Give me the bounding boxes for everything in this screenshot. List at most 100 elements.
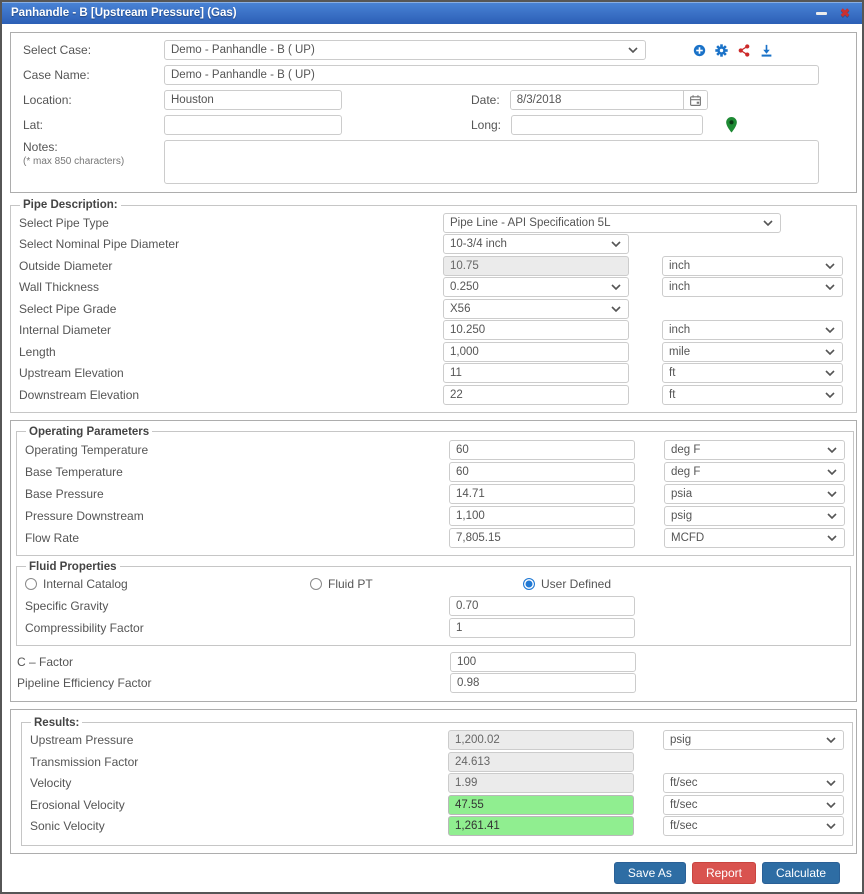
operating-temperature-input[interactable]	[449, 440, 635, 460]
operating-temperature-unit-select[interactable]: deg F	[664, 440, 845, 460]
field-label: Select Pipe Grade	[19, 302, 443, 316]
calendar-button[interactable]	[683, 91, 707, 109]
close-button[interactable]: ✖	[837, 5, 853, 21]
outside-diameter-unit-select[interactable]: inch	[662, 256, 843, 276]
window-title: Panhandle - B [Upstream Pressure] (Gas)	[11, 7, 813, 19]
location-label: Location:	[23, 93, 164, 107]
field-label: Downstream Elevation	[19, 388, 443, 402]
notes-hint: (* max 850 characters)	[23, 156, 164, 167]
sonic-velocity-unit-select[interactable]: ft/sec	[663, 816, 844, 836]
field-label: Flow Rate	[25, 531, 449, 545]
minimize-button[interactable]	[813, 5, 829, 21]
chevron-down-icon	[825, 392, 835, 398]
chevron-down-icon	[628, 47, 638, 53]
flow-rate-unit-select[interactable]: MCFD	[664, 528, 845, 548]
velocity-output	[448, 773, 634, 793]
field-label: Base Temperature	[25, 465, 449, 479]
report-button[interactable]: Report	[692, 862, 756, 884]
velocity-unit-select[interactable]: ft/sec	[663, 773, 844, 793]
chevron-down-icon	[826, 780, 836, 786]
base-pressure-input[interactable]	[449, 484, 635, 504]
long-input[interactable]	[511, 115, 703, 135]
pressure-downstream-unit-select[interactable]: psig	[664, 506, 845, 526]
fluid-properties-legend: Fluid Properties	[26, 561, 120, 573]
compressibility-factor-input[interactable]	[449, 618, 635, 638]
location-input[interactable]	[164, 90, 342, 110]
notes-label-block: Notes: (* max 850 characters)	[23, 140, 164, 167]
case-name-label: Case Name:	[23, 68, 164, 82]
transmission-factor-output	[448, 752, 634, 772]
date-field-group	[510, 90, 708, 110]
pressure-downstream-input[interactable]	[449, 506, 635, 526]
upstream-pressure-unit-select[interactable]: psig	[663, 730, 844, 750]
erosional-velocity-unit-select[interactable]: ft/sec	[663, 795, 844, 815]
download-button[interactable]	[760, 44, 773, 57]
lat-input[interactable]	[164, 115, 342, 135]
base-temperature-input[interactable]	[449, 462, 635, 482]
radio-internal-catalog[interactable]: Internal Catalog	[25, 577, 310, 591]
chevron-down-icon	[826, 802, 836, 808]
outside-diameter-input	[443, 256, 629, 276]
internal-diameter-unit-select[interactable]: inch	[662, 320, 843, 340]
operating-parameters-section: Operating Parameters Operating Temperatu…	[16, 426, 854, 556]
case-name-input[interactable]	[164, 65, 819, 85]
chevron-down-icon	[826, 823, 836, 829]
specific-gravity-input[interactable]	[449, 596, 635, 616]
chevron-down-icon	[827, 491, 837, 497]
pipe-type-select[interactable]: Pipe Line - API Specification 5L	[443, 213, 781, 233]
sonic-velocity-output	[448, 816, 634, 836]
share-icon	[737, 44, 751, 57]
internal-diameter-input[interactable]	[443, 320, 629, 340]
field-label: Select Nominal Pipe Diameter	[19, 237, 443, 251]
add-case-button[interactable]	[693, 44, 706, 57]
wall-thickness-select[interactable]: 0.250	[443, 277, 629, 297]
field-label: Base Pressure	[25, 487, 449, 501]
field-label: C – Factor	[17, 655, 450, 669]
notes-textarea[interactable]	[164, 140, 819, 184]
c-factor-input[interactable]	[450, 652, 636, 672]
downstream-elevation-unit-select[interactable]: ft	[662, 385, 843, 405]
date-label: Date:	[471, 93, 500, 107]
field-label: Specific Gravity	[25, 599, 449, 613]
save-as-button[interactable]: Save As	[614, 862, 686, 884]
wall-thickness-unit-select[interactable]: inch	[662, 277, 843, 297]
pipeline-efficiency-factor-input[interactable]	[450, 673, 636, 693]
radio-on-icon	[523, 578, 535, 590]
field-label: Transmission Factor	[30, 755, 448, 769]
case-section: Select Case: Demo - Panhandle - B ( UP) …	[10, 32, 857, 193]
field-label: Upstream Elevation	[19, 366, 443, 380]
field-label: Internal Diameter	[19, 323, 443, 337]
upstream-elevation-unit-select[interactable]: ft	[662, 363, 843, 383]
settings-button[interactable]	[715, 44, 728, 57]
operating-parameters-legend: Operating Parameters	[26, 426, 152, 438]
share-button[interactable]	[737, 44, 751, 57]
field-label: Length	[19, 345, 443, 359]
field-label: Velocity	[30, 776, 448, 790]
nominal-diameter-select[interactable]: 10-3/4 inch	[443, 234, 629, 254]
map-pin-button[interactable]	[725, 117, 738, 133]
length-input[interactable]	[443, 342, 629, 362]
chevron-down-icon	[611, 306, 621, 312]
radio-off-icon	[310, 578, 322, 590]
field-label: Select Pipe Type	[19, 216, 443, 230]
upstream-elevation-input[interactable]	[443, 363, 629, 383]
pipe-grade-select[interactable]: X56	[443, 299, 629, 319]
flow-rate-input[interactable]	[449, 528, 635, 548]
field-label: Pressure Downstream	[25, 509, 449, 523]
radio-user-defined[interactable]: User Defined	[523, 577, 611, 591]
gear-icon	[715, 44, 728, 57]
date-input[interactable]	[511, 91, 683, 109]
length-unit-select[interactable]: mile	[662, 342, 843, 362]
chevron-down-icon	[825, 327, 835, 333]
select-case-dropdown[interactable]: Demo - Panhandle - B ( UP)	[164, 40, 646, 60]
chevron-down-icon	[827, 469, 837, 475]
calculate-button[interactable]: Calculate	[762, 862, 840, 884]
base-temperature-unit-select[interactable]: deg F	[664, 462, 845, 482]
download-icon	[760, 44, 773, 57]
results-section: Results: Upstream Pressure psig Transmis…	[10, 709, 857, 855]
chevron-down-icon	[611, 241, 621, 247]
radio-fluid-pt[interactable]: Fluid PT	[310, 577, 523, 591]
downstream-elevation-input[interactable]	[443, 385, 629, 405]
select-case-label: Select Case:	[23, 43, 164, 57]
base-pressure-unit-select[interactable]: psia	[664, 484, 845, 504]
